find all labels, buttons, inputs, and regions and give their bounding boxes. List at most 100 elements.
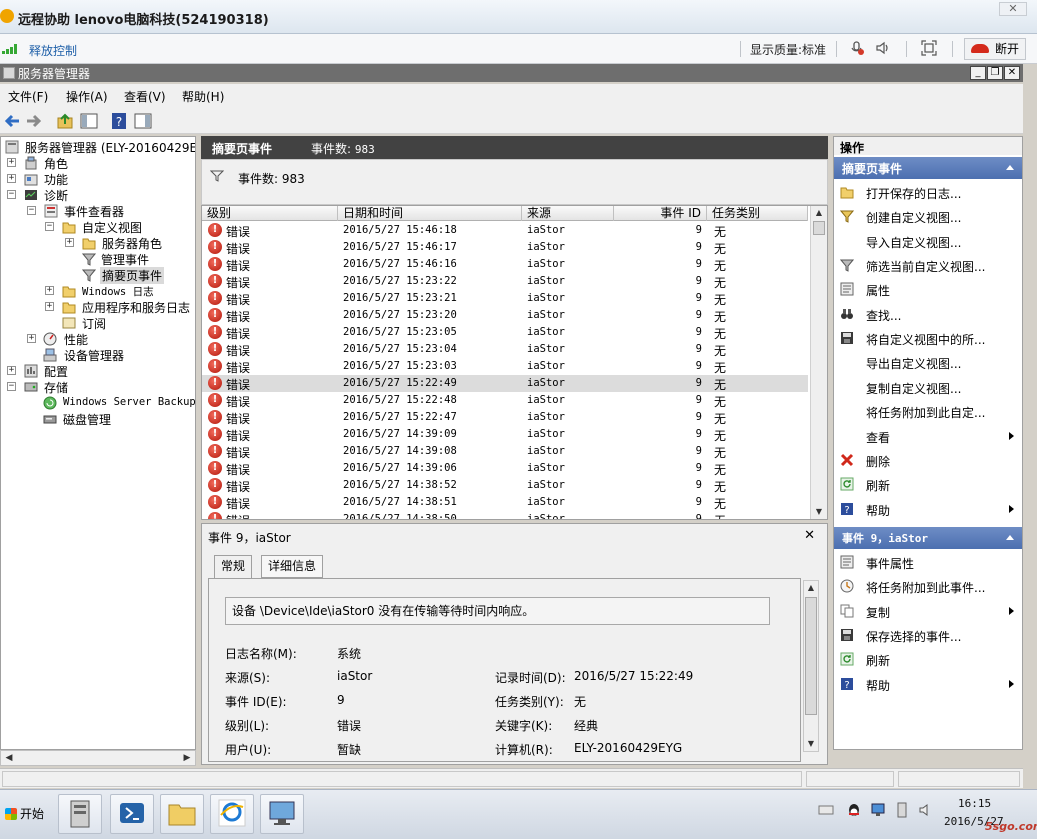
column-header-level[interactable]: 级别 — [202, 206, 338, 221]
taskbar-remote-desktop-icon[interactable] — [260, 794, 304, 834]
action-item[interactable]: 保存选择的事件... — [834, 624, 1022, 646]
expand-icon[interactable]: + — [7, 158, 16, 167]
table-row[interactable]: ! 错误 2016/5/27 15:23:22 iaStor 9 无 — [202, 273, 808, 290]
speaker-icon[interactable] — [874, 40, 892, 58]
help-icon[interactable]: ? — [110, 112, 128, 130]
expand-icon[interactable]: + — [7, 174, 16, 183]
maximize-button[interactable]: ❐ — [987, 66, 1003, 80]
microphone-muted-icon[interactable] — [848, 40, 866, 58]
table-row[interactable]: ! 错误 2016/5/27 14:38:51 iaStor 9 无 — [202, 494, 808, 511]
scroll-down-icon[interactable]: ▼ — [805, 738, 817, 750]
tree-node-device-manager[interactable]: 设备管理器 — [43, 347, 193, 363]
up-folder-icon[interactable] — [56, 112, 74, 130]
table-row[interactable]: ! 错误 2016/5/27 14:39:08 iaStor 9 无 — [202, 443, 808, 460]
menu-action[interactable]: 操作(A) — [66, 88, 108, 105]
taskbar-server-manager-icon[interactable] — [58, 794, 102, 834]
tree-horizontal-scrollbar[interactable]: ◀ ▶ — [0, 750, 196, 766]
actions-section-summary-events[interactable]: 摘要页事件 — [834, 157, 1022, 179]
tree-node-performance[interactable]: + 性能 — [27, 331, 187, 347]
table-row[interactable]: ! 错误 2016/5/27 15:23:05 iaStor 9 无 — [202, 324, 808, 341]
tree-node-server-roles[interactable]: + 服务器角色 — [65, 235, 195, 251]
action-item[interactable]: 将任务附加到此事件... — [834, 575, 1022, 597]
tree-node-windows-server-backup[interactable]: Windows Server Backup — [43, 395, 195, 411]
tree-node-configuration[interactable]: + 配置 — [7, 363, 177, 379]
menu-file[interactable]: 文件(F) — [8, 88, 48, 105]
network-icon[interactable] — [870, 802, 886, 818]
table-row[interactable]: ! 错误 2016/5/27 15:46:18 iaStor 9 无 — [202, 222, 808, 239]
collapse-icon[interactable]: − — [45, 222, 54, 231]
table-row[interactable]: ! 错误 2016/5/27 15:22:49 iaStor 9 无 — [202, 375, 808, 392]
detail-vertical-scrollbar[interactable]: ▲ ▼ — [803, 580, 819, 752]
tree-node-storage[interactable]: − 存储 — [7, 379, 177, 395]
scroll-right-icon[interactable]: ▶ — [181, 753, 193, 764]
table-row[interactable]: ! 错误 2016/5/27 14:38:50 iaStor 9 无 — [202, 511, 808, 519]
collapse-icon[interactable]: − — [7, 382, 16, 391]
keyboard-icon[interactable] — [818, 802, 834, 818]
tree-node-subscriptions[interactable]: 订阅 — [62, 315, 192, 331]
event-description[interactable]: 设备 \Device\Ide\iaStor0 没有在传输等待时间内响应。 — [225, 597, 770, 625]
action-item[interactable]: 属性 — [834, 278, 1022, 300]
tree-node-event-viewer[interactable]: − 事件查看器 — [27, 203, 187, 219]
table-row[interactable]: ! 错误 2016/5/27 15:23:21 iaStor 9 无 — [202, 290, 808, 307]
release-control-link[interactable]: 释放控制 — [29, 42, 77, 59]
close-button[interactable]: ✕ — [1004, 66, 1020, 80]
actions-section-event[interactable]: 事件 9，iaStor — [834, 527, 1022, 549]
back-icon[interactable] — [3, 112, 21, 130]
taskbar-powershell-icon[interactable] — [110, 794, 154, 834]
taskbar-ie-icon[interactable] — [210, 794, 254, 834]
tree-node-admin-events[interactable]: 管理事件 — [81, 251, 195, 267]
tab-details[interactable]: 详细信息 — [261, 555, 324, 578]
menu-view[interactable]: 查看(V) — [124, 88, 166, 105]
table-row[interactable]: ! 错误 2016/5/27 15:46:16 iaStor 9 无 — [202, 256, 808, 273]
action-item[interactable]: 刷新 — [834, 473, 1022, 495]
column-header-task-category[interactable]: 任务类别 — [707, 206, 808, 221]
table-row[interactable]: ! 错误 2016/5/27 15:22:47 iaStor 9 无 — [202, 409, 808, 426]
scroll-thumb[interactable] — [813, 221, 825, 235]
collapse-caret-icon[interactable] — [1006, 535, 1014, 540]
action-item[interactable]: 创建自定义视图... — [834, 205, 1022, 227]
tree-node-custom-views[interactable]: − 自定义视图 — [45, 219, 195, 235]
action-item[interactable]: ? 帮助 — [834, 498, 1022, 520]
action-item[interactable]: ? 帮助 — [834, 673, 1022, 695]
tree-node-app-service-logs[interactable]: + 应用程序和服务日志 — [45, 299, 195, 315]
collapse-icon[interactable]: − — [27, 206, 36, 215]
table-row[interactable]: ! 错误 2016/5/27 15:23:04 iaStor 9 无 — [202, 341, 808, 358]
column-header-source[interactable]: 来源 — [522, 206, 614, 221]
tree-node-roles[interactable]: + 角色 — [7, 155, 177, 171]
grid-vertical-scrollbar[interactable]: ▲ ▼ — [810, 206, 827, 519]
collapse-caret-icon[interactable] — [1006, 165, 1014, 170]
action-item[interactable]: 导入自定义视图... — [834, 230, 1022, 252]
menu-help[interactable]: 帮助(H) — [182, 88, 224, 105]
tree-node-disk-management[interactable]: 磁盘管理 — [43, 411, 193, 427]
scroll-up-icon[interactable]: ▲ — [813, 207, 825, 219]
action-item[interactable]: 删除 — [834, 449, 1022, 471]
scroll-up-icon[interactable]: ▲ — [805, 582, 817, 594]
action-item[interactable]: 复制自定义视图... — [834, 376, 1022, 398]
display-quality-dropdown[interactable]: 显示质量:标准 — [750, 41, 826, 58]
qq-icon[interactable] — [846, 802, 862, 818]
tab-general[interactable]: 常规 — [214, 555, 253, 579]
expand-icon[interactable]: + — [7, 366, 16, 375]
action-item[interactable]: 将自定义视图中的所... — [834, 327, 1022, 349]
disconnect-button[interactable]: 断开 — [964, 38, 1026, 60]
volume-icon[interactable] — [918, 802, 934, 818]
taskbar-explorer-icon[interactable] — [160, 794, 204, 834]
close-detail-button[interactable]: ✕ — [804, 528, 815, 543]
table-row[interactable]: ! 错误 2016/5/27 14:39:06 iaStor 9 无 — [202, 460, 808, 477]
fullscreen-icon[interactable] — [920, 40, 938, 58]
table-row[interactable]: ! 错误 2016/5/27 14:38:52 iaStor 9 无 — [202, 477, 808, 494]
show-hide-tree-icon[interactable] — [80, 112, 98, 130]
collapse-icon[interactable]: − — [7, 190, 16, 199]
tree-node-server-manager[interactable]: 服务器管理器 (ELY-20160429EY — [5, 139, 195, 155]
action-item[interactable]: 查找... — [834, 303, 1022, 325]
expand-icon[interactable]: + — [27, 334, 36, 343]
expand-icon[interactable]: + — [65, 238, 74, 247]
device-icon[interactable] — [894, 802, 910, 818]
table-row[interactable]: ! 错误 2016/5/27 15:23:20 iaStor 9 无 — [202, 307, 808, 324]
action-item[interactable]: 将任务附加到此自定... — [834, 400, 1022, 422]
action-item[interactable]: 事件属性 — [834, 551, 1022, 573]
start-button[interactable]: 开始 — [2, 799, 50, 829]
remote-assist-close-button[interactable]: ✕ — [999, 2, 1027, 16]
table-row[interactable]: ! 错误 2016/5/27 15:46:17 iaStor 9 无 — [202, 239, 808, 256]
table-row[interactable]: ! 错误 2016/5/27 15:22:48 iaStor 9 无 — [202, 392, 808, 409]
